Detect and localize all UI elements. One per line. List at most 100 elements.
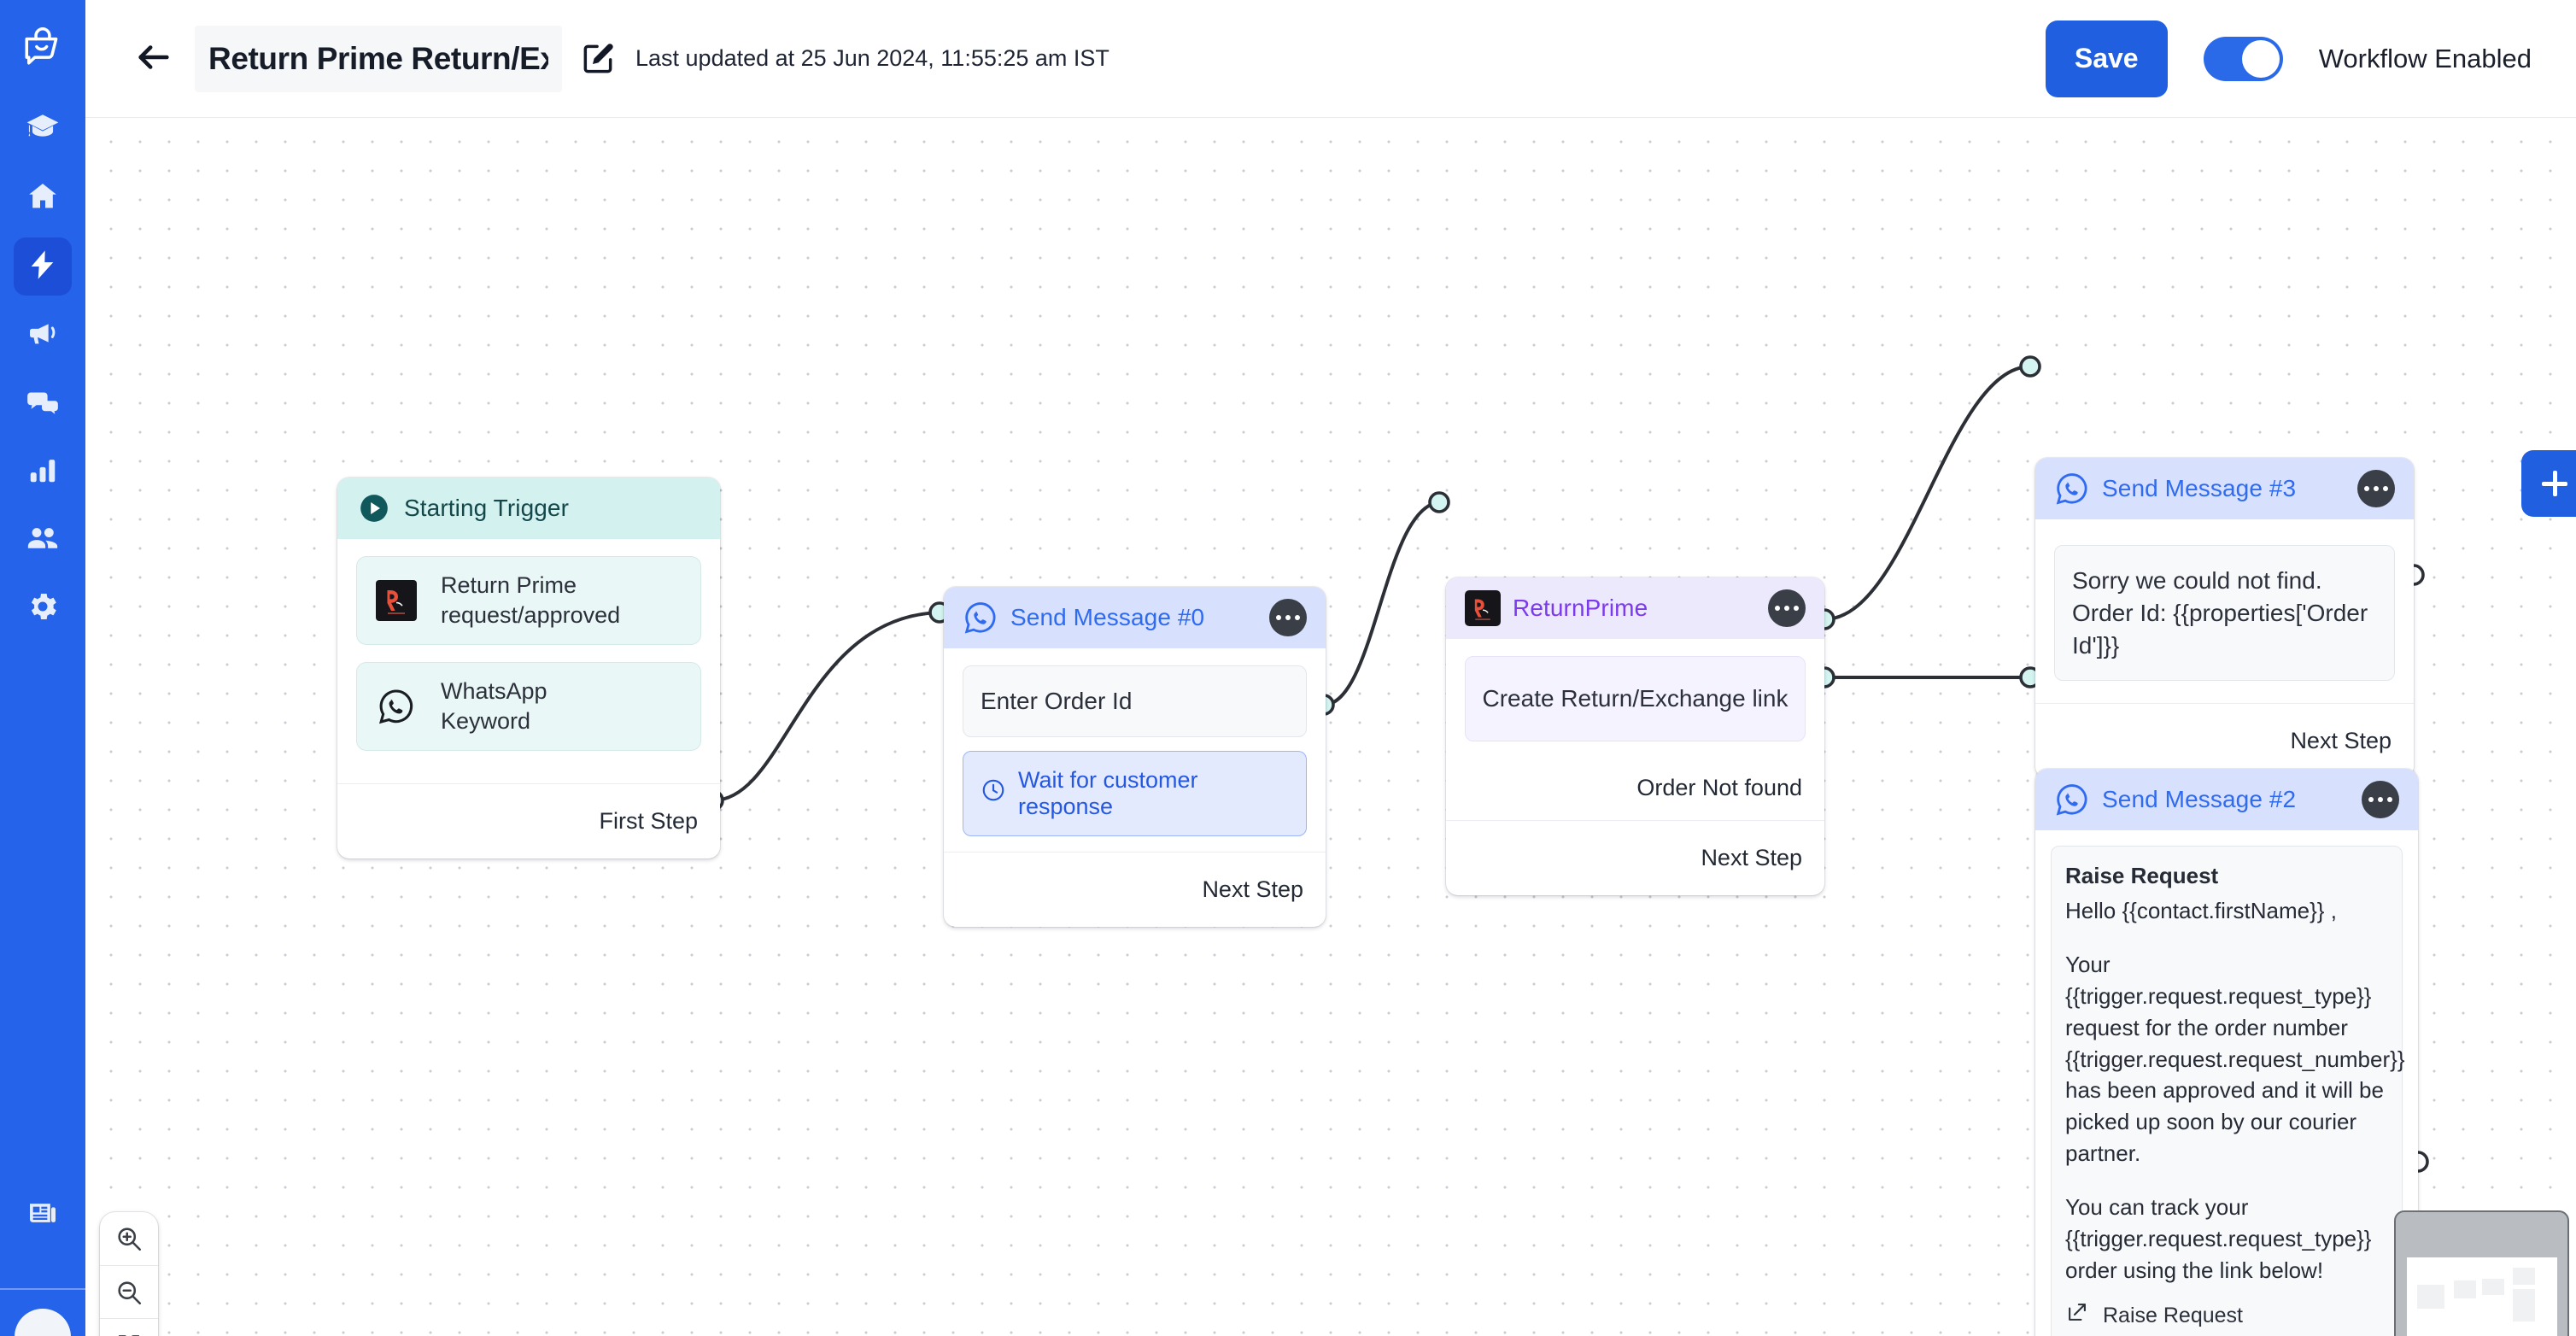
more-options-icon[interactable]	[2357, 470, 2395, 507]
node-body: Create Return/Exchange link	[1446, 639, 1824, 757]
edge-sm0-to-rp	[1323, 501, 1440, 706]
workflow-enabled-toggle[interactable]	[2203, 36, 2283, 81]
cta-link-row[interactable]: Raise Request	[2065, 1300, 2388, 1333]
workflow-enabled-label: Workflow Enabled	[2318, 43, 2532, 73]
header-actions: Save Workflow Enabled	[2045, 20, 2532, 97]
workflow-builder-page: Last updated at 25 Jun 2024, 11:55:25 am…	[0, 0, 2576, 1336]
message-body[interactable]: Sorry we could not find. Order Id: {{pro…	[2054, 545, 2395, 682]
sidebar-item-home[interactable]	[14, 169, 72, 227]
node-header: Send Message #2	[2035, 769, 2418, 830]
trigger-row-whatsapp[interactable]: WhatsApp Keyword	[356, 662, 701, 752]
edge-rp-to-sm3	[1824, 365, 2031, 621]
message-para-1: Hello {{contact.firstName}} ,	[2065, 897, 2337, 923]
node-title: Send Message #2	[2102, 786, 2297, 812]
whatsapp-icon	[374, 684, 419, 729]
sidebar-item-automation[interactable]	[14, 237, 72, 296]
zoom-controls	[100, 1212, 158, 1336]
sidebar-item-campaigns[interactable]	[14, 306, 72, 364]
message-heading: Raise Request	[2065, 863, 2219, 888]
node-port-label-order-not-found[interactable]: Order Not found	[1446, 757, 1824, 820]
port-sm3-in	[2019, 355, 2041, 378]
node-header: ReturnPrime	[1446, 577, 1824, 639]
node-body: Sorry we could not find. Order Id: {{pro…	[2035, 519, 2414, 703]
newspaper-icon	[26, 1196, 60, 1234]
trigger-label: Return Prime request/approved	[441, 572, 621, 629]
node-body: Return Prime request/approved WhatsApp K…	[337, 539, 720, 783]
workflow-canvas[interactable]: Starting Trigger Return Prime request/ap…	[85, 119, 2576, 1336]
arrow-left-icon	[134, 38, 173, 79]
left-nav-rail	[0, 0, 85, 1336]
whatsapp-icon	[2054, 782, 2090, 817]
node-header: Send Message #0	[944, 587, 1326, 648]
gear-icon	[26, 589, 60, 628]
bar-chart-icon	[26, 454, 59, 490]
sidebar-item-inbox[interactable]	[14, 374, 72, 432]
node-send-message-3[interactable]: Send Message #3 Sorry we could not find.…	[2035, 458, 2414, 779]
order-id-field[interactable]: Enter Order Id	[963, 665, 1307, 737]
home-icon	[26, 179, 60, 218]
sidebar-item-contacts[interactable]	[14, 511, 72, 569]
node-port-label[interactable]: First Step	[337, 783, 720, 858]
node-return-prime[interactable]: ReturnPrime Create Return/Exchange link …	[1446, 577, 1824, 895]
node-title: Send Message #0	[1010, 604, 1205, 630]
save-button[interactable]: Save	[2045, 20, 2168, 97]
more-options-icon[interactable]	[1768, 589, 1806, 627]
graduation-cap-icon	[25, 110, 61, 150]
lightning-bolt-icon	[26, 248, 60, 286]
minimap-node	[2454, 1280, 2476, 1298]
node-title: Starting Trigger	[404, 495, 570, 521]
port-rp-in	[1428, 491, 1450, 513]
external-link-icon	[2065, 1300, 2089, 1333]
cta-link-label: Raise Request	[2103, 1304, 2243, 1328]
node-header: Send Message #3	[2035, 458, 2414, 519]
avatar[interactable]	[15, 1309, 71, 1336]
workflow-header: Last updated at 25 Jun 2024, 11:55:25 am…	[85, 0, 2576, 118]
add-node-button[interactable]	[2521, 450, 2576, 517]
minimap-node	[2513, 1268, 2535, 1285]
node-send-message-0[interactable]: Send Message #0 Enter Order Id Wait for …	[944, 587, 1326, 927]
create-link-action[interactable]: Create Return/Exchange link	[1465, 656, 1806, 741]
toggle-knob	[2241, 39, 2280, 78]
sidebar-item-settings[interactable]	[14, 579, 72, 637]
zoom-in-icon[interactable]	[100, 1212, 158, 1265]
sidebar-item-learn[interactable]	[14, 101, 72, 159]
whatsapp-icon	[2054, 471, 2090, 507]
node-title: Send Message #3	[2102, 475, 2297, 501]
chat-bubbles-icon	[25, 384, 61, 424]
wait-for-response-chip[interactable]: Wait for customer response	[963, 750, 1307, 836]
edit-pencil-icon[interactable]	[579, 40, 617, 78]
play-circle-icon	[356, 490, 392, 526]
last-updated-text: Last updated at 25 Jun 2024, 11:55:25 am…	[635, 45, 1109, 71]
megaphone-icon	[26, 316, 60, 355]
whatsapp-icon	[963, 600, 998, 636]
minimap-node	[2482, 1279, 2504, 1295]
node-send-message-2[interactable]: Send Message #2 Raise Request Hello {{co…	[2035, 769, 2418, 1336]
sidebar-item-analytics[interactable]	[14, 442, 72, 501]
node-body: Raise Request Hello {{contact.firstName}…	[2035, 830, 2418, 1336]
clock-icon	[981, 777, 1006, 809]
node-port-label[interactable]: Next Step	[2035, 703, 2414, 778]
minimap[interactable]	[2394, 1210, 2569, 1336]
minimap-viewport	[2407, 1257, 2557, 1336]
node-port-label-next-step[interactable]: Next Step	[1446, 819, 1824, 895]
more-options-icon[interactable]	[2362, 781, 2399, 818]
fit-view-icon[interactable]	[100, 1318, 158, 1336]
minimap-node	[2417, 1285, 2444, 1309]
message-para-2: Your {{trigger.request.request_type}} re…	[2065, 951, 2405, 1167]
message-body[interactable]: Raise Request Hello {{contact.firstName}…	[2051, 846, 2405, 1336]
node-port-label[interactable]: Next Step	[944, 851, 1326, 927]
back-button[interactable]	[128, 33, 179, 85]
chat-bag-logo-icon[interactable]	[18, 22, 67, 72]
message-para-3: You can track your {{trigger.request.req…	[2065, 1194, 2372, 1283]
trigger-row-return-prime[interactable]: Return Prime request/approved	[356, 556, 701, 646]
node-title: ReturnPrime	[1513, 595, 1648, 621]
node-starting-trigger[interactable]: Starting Trigger Return Prime request/ap…	[337, 478, 720, 859]
trigger-label: WhatsApp Keyword	[441, 678, 547, 735]
sidebar-item-news[interactable]	[14, 1186, 72, 1244]
edge-trigger-to-sm0	[712, 611, 940, 802]
return-prime-logo-icon	[374, 578, 419, 623]
workflow-title-input[interactable]	[195, 25, 562, 92]
zoom-out-icon[interactable]	[100, 1265, 158, 1318]
wait-label: Wait for customer response	[1018, 766, 1198, 819]
more-options-icon[interactable]	[1269, 599, 1307, 636]
